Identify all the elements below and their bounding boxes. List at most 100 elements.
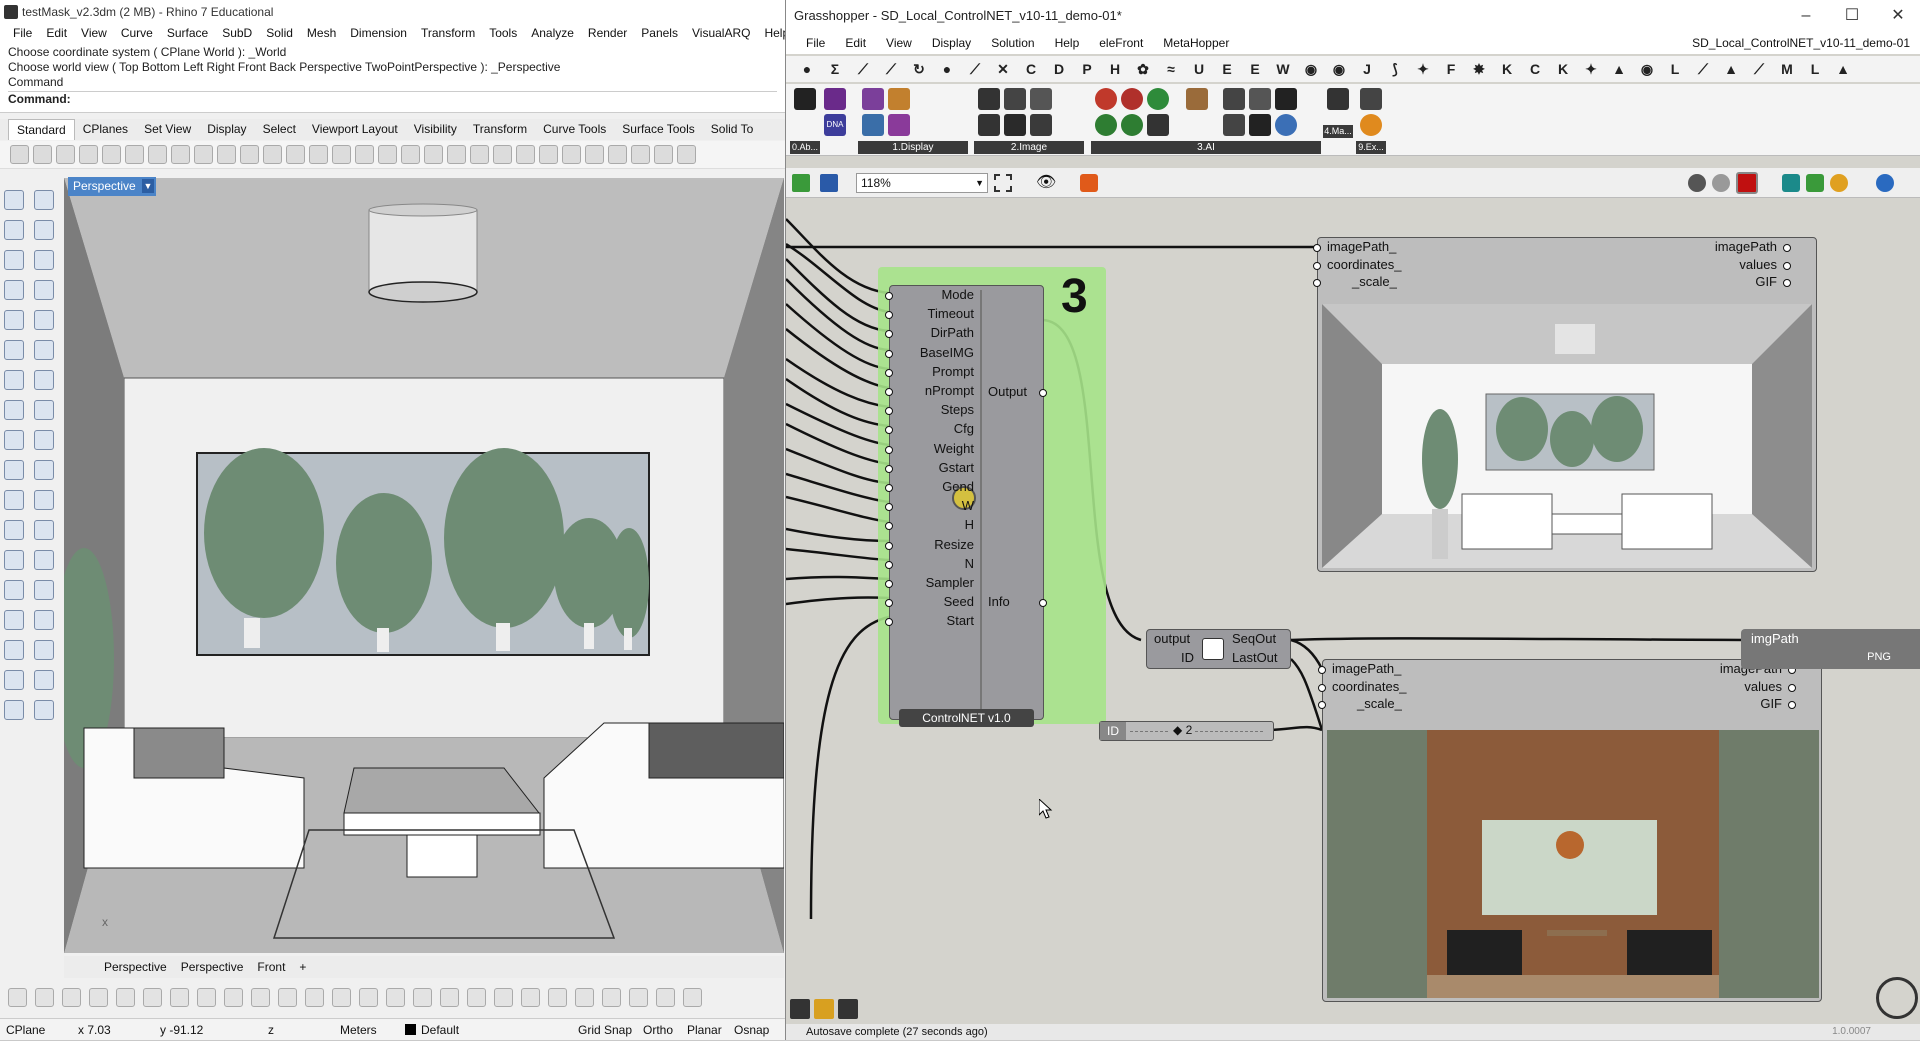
minimize-icon[interactable]: – [1783,0,1829,32]
standard-tool-icon[interactable] [10,145,29,164]
terminal-icon[interactable] [1249,114,1271,136]
ma-icon[interactable] [1327,88,1349,110]
bottom-tool-icon[interactable] [467,988,486,1007]
input-port[interactable] [885,541,893,550]
status-planar[interactable]: Planar [687,1019,722,1041]
gh-menu-file[interactable]: File [796,32,835,54]
rhino-menu-visualarq[interactable]: VisualARQ [685,24,757,43]
rhino-menu-mesh[interactable]: Mesh [300,24,343,43]
ai2-icon[interactable] [1121,88,1143,110]
gh-category-tab[interactable]: ⟋ [1692,60,1714,78]
gh-category-tab[interactable]: ⟋ [1748,60,1770,78]
rhino-menu-surface[interactable]: Surface [160,24,215,43]
standard-tool-icon[interactable] [171,145,190,164]
bottom-tool-icon[interactable] [197,988,216,1007]
viewer-input-port[interactable] [1318,666,1326,674]
bottom-tool-icon[interactable] [359,988,378,1007]
viewer-input-port[interactable] [1313,244,1321,252]
bottom-tool-icon[interactable] [170,988,189,1007]
gh-category-tab[interactable]: P [1076,60,1098,78]
ai6-icon[interactable] [1147,114,1169,136]
gh-menu-edit[interactable]: Edit [835,32,876,54]
left-tool-icon[interactable] [34,520,54,540]
bottom-tool-icon[interactable] [224,988,243,1007]
add-viewport-tab-icon[interactable]: + [299,956,306,978]
bottom-tool-icon[interactable] [602,988,621,1007]
left-tool-icon[interactable] [34,550,54,570]
status-units[interactable]: Meters [340,1019,377,1041]
dna-label-icon[interactable]: DNA [824,114,846,136]
gh-category-tab[interactable]: E [1244,60,1266,78]
bottom-tool-icon[interactable] [440,988,459,1007]
ab-icon[interactable] [794,88,816,110]
rhino-menu-solid[interactable]: Solid [259,24,300,43]
gh-category-tab[interactable]: F [1440,60,1462,78]
standard-tool-icon[interactable] [217,145,236,164]
standard-tool-icon[interactable] [148,145,167,164]
left-tool-icon[interactable] [34,580,54,600]
left-tool-icon[interactable] [34,340,54,360]
preview-shaded-icon[interactable] [1736,172,1758,194]
status-osnap[interactable]: Osnap [734,1019,769,1041]
standard-tool-icon[interactable] [401,145,420,164]
preview-eye-icon[interactable]: 👁 [1036,175,1056,191]
rhino-menu-render[interactable]: Render [581,24,634,43]
info-port[interactable] [1039,599,1047,607]
bottom-tool-icon[interactable] [143,988,162,1007]
gh-category-tab[interactable]: ⟋ [880,60,902,78]
canvas-script-icon[interactable] [838,999,858,1019]
standard-tool-icon[interactable] [378,145,397,164]
gh-category-tab[interactable]: H [1104,60,1126,78]
gh-menu-metahopper[interactable]: MetaHopper [1153,32,1239,54]
canvas-navigator-icon[interactable] [1876,977,1918,1019]
pumpkin-icon[interactable] [1360,114,1382,136]
standard-tool-icon[interactable] [539,145,558,164]
standard-tool-icon[interactable] [332,145,351,164]
gh-menu-view[interactable]: View [876,32,922,54]
left-tool-icon[interactable] [4,190,24,210]
image5-icon[interactable] [1004,114,1026,136]
grid-icon[interactable] [1249,88,1271,110]
gh-category-tab[interactable]: E [1216,60,1238,78]
viewer-output-port[interactable] [1783,244,1791,252]
input-port[interactable] [885,484,893,492]
maximize-icon[interactable]: ☐ [1829,0,1875,32]
bottom-tool-icon[interactable] [62,988,81,1007]
left-tool-icon[interactable] [4,670,24,690]
gh-menu-display[interactable]: Display [922,32,981,54]
input-port[interactable] [885,349,893,358]
status-ortho[interactable]: Ortho [643,1019,673,1041]
perspective-viewport[interactable]: x [64,178,784,953]
toolbar-tab-viewport-layout[interactable]: Viewport Layout [304,119,406,140]
bottom-tool-icon[interactable] [548,988,567,1007]
bottom-tool-icon[interactable] [35,988,54,1007]
left-tool-icon[interactable] [34,610,54,630]
input-port[interactable] [885,580,893,588]
globe-icon[interactable] [1275,114,1297,136]
gh-menu-elefront[interactable]: eleFront [1089,32,1153,54]
toolbar-tab-visibility[interactable]: Visibility [406,119,465,140]
toolbar-tab-select[interactable]: Select [255,119,304,140]
gh-menu-solution[interactable]: Solution [981,32,1044,54]
gh-category-tab[interactable]: ⟋ [852,60,874,78]
rhino-menu-tools[interactable]: Tools [482,24,524,43]
gh-category-tab[interactable]: L [1664,60,1686,78]
rgb3-icon[interactable] [888,114,910,136]
output-port[interactable] [1039,389,1047,397]
gh-category-tab[interactable]: ✦ [1412,60,1434,78]
gh-category-tab[interactable]: C [1020,60,1042,78]
gh-category-tab[interactable]: ● [936,60,958,78]
input-port[interactable] [885,464,893,473]
toolbar-tab-cplanes[interactable]: CPlanes [75,119,136,140]
bottom-tool-icon[interactable] [494,988,513,1007]
bottom-tool-icon[interactable] [521,988,540,1007]
input-port[interactable] [885,445,893,454]
canvas-download-icon[interactable] [790,999,810,1019]
gh-category-tab[interactable]: J [1356,60,1378,78]
bottom-tool-icon[interactable] [116,988,135,1007]
rhino-menu-view[interactable]: View [74,24,114,43]
status-grid-snap[interactable]: Grid Snap [578,1019,632,1041]
gh-category-tab[interactable]: ✸ [1468,60,1490,78]
viewport-tab[interactable]: Perspective [104,956,167,978]
image3-icon[interactable] [1030,88,1052,110]
